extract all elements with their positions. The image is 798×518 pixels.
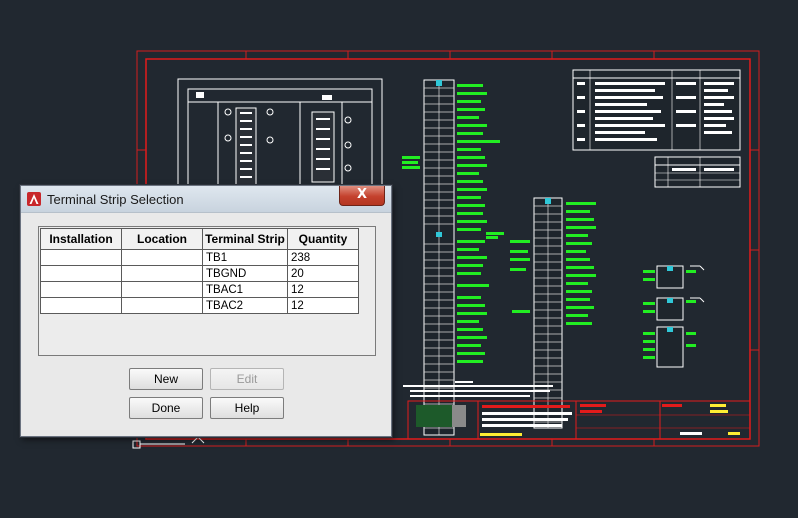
cell-location[interactable] bbox=[121, 265, 203, 282]
cell-terminal-strip[interactable]: TBAC2 bbox=[202, 297, 288, 314]
terminal-strip-tbgnd bbox=[533, 197, 563, 429]
terminal-strip-table: Installation Location Terminal Strip Qua… bbox=[40, 228, 359, 314]
table-row[interactable]: TBAC1 12 bbox=[40, 281, 359, 298]
done-button[interactable]: Done bbox=[129, 397, 203, 419]
new-button[interactable]: New bbox=[129, 368, 203, 390]
cell-location[interactable] bbox=[121, 297, 203, 314]
help-button[interactable]: Help bbox=[210, 397, 284, 419]
table-row[interactable]: TBGND 20 bbox=[40, 265, 359, 282]
dialog-titlebar[interactable]: Terminal Strip Selection X bbox=[21, 186, 391, 213]
column-header-quantity[interactable]: Quantity bbox=[287, 228, 359, 250]
table-row[interactable]: TB1 238 bbox=[40, 249, 359, 266]
terminal-strip-tbac1 bbox=[656, 265, 684, 321]
panel-layout-view bbox=[177, 78, 383, 200]
close-button[interactable]: X bbox=[339, 186, 385, 206]
autocad-app-icon bbox=[27, 192, 41, 206]
cell-location[interactable] bbox=[121, 281, 203, 298]
cell-quantity[interactable]: 12 bbox=[287, 297, 359, 314]
terminal-strip-selection-dialog: Terminal Strip Selection X Installation … bbox=[20, 185, 392, 437]
dialog-title: Terminal Strip Selection bbox=[47, 192, 184, 207]
cell-terminal-strip[interactable]: TBGND bbox=[202, 265, 288, 282]
cell-quantity[interactable]: 20 bbox=[287, 265, 359, 282]
terminal-strip-grid[interactable]: Installation Location Terminal Strip Qua… bbox=[38, 226, 376, 356]
cell-installation[interactable] bbox=[40, 249, 122, 266]
cell-terminal-strip[interactable]: TBAC1 bbox=[202, 281, 288, 298]
cell-quantity[interactable]: 238 bbox=[287, 249, 359, 266]
column-header-installation[interactable]: Installation bbox=[40, 228, 122, 250]
cell-location[interactable] bbox=[121, 249, 203, 266]
cell-installation[interactable] bbox=[40, 297, 122, 314]
cell-quantity[interactable]: 12 bbox=[287, 281, 359, 298]
title-block bbox=[407, 400, 751, 440]
cell-terminal-strip[interactable]: TB1 bbox=[202, 249, 288, 266]
parts-table bbox=[572, 69, 741, 151]
terminal-strip-tb1 bbox=[423, 79, 455, 436]
column-header-location[interactable]: Location bbox=[121, 228, 203, 250]
column-header-terminal-strip[interactable]: Terminal Strip bbox=[202, 228, 288, 250]
table-row[interactable]: TBAC2 12 bbox=[40, 297, 359, 314]
cell-installation[interactable] bbox=[40, 265, 122, 282]
edit-button[interactable]: Edit bbox=[210, 368, 284, 390]
revision-table bbox=[654, 156, 741, 188]
cell-installation[interactable] bbox=[40, 281, 122, 298]
terminal-strip-tbac2 bbox=[656, 326, 684, 368]
table-header-row: Installation Location Terminal Strip Qua… bbox=[40, 228, 359, 250]
